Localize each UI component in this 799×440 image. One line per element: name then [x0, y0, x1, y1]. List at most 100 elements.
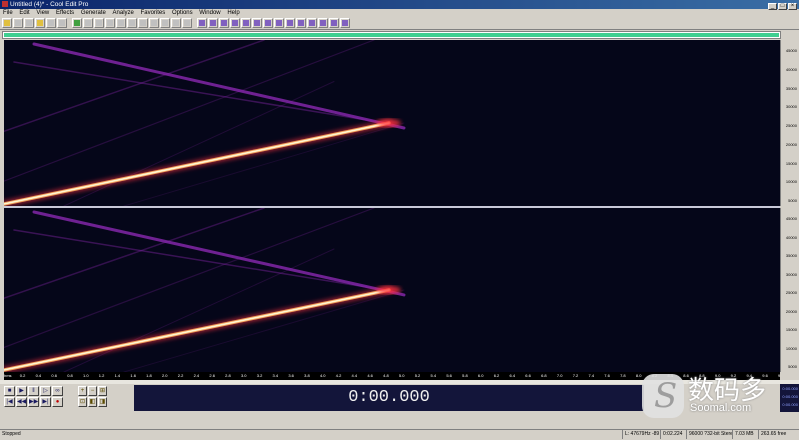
time-tick-label: 4.0 [319, 373, 326, 378]
play-to-end-button[interactable]: ▷ [40, 386, 51, 396]
toolbar-button-icon[interactable] [94, 18, 104, 28]
menu-edit[interactable]: Edit [19, 10, 29, 16]
time-tick-label: 2.0 [161, 373, 168, 378]
toolbar-button-icon[interactable] [2, 18, 12, 28]
time-tick-label: 5.6 [446, 373, 452, 378]
toolbar-button-icon[interactable] [24, 18, 34, 28]
toolbar-button-icon[interactable] [219, 18, 229, 28]
sweep-hotspot [377, 286, 401, 294]
frequency-tick-label: 10000 [785, 179, 797, 185]
spectrogram-bottom-channel[interactable] [4, 208, 780, 372]
transport-controls: ■ ▶ ‖ ▷ ∞ |◀ ◀◀ ▶▶ ▶| ● [4, 386, 76, 410]
toolbar-button-icon[interactable] [138, 18, 148, 28]
toolbar-button-icon[interactable] [329, 18, 339, 28]
zoom-out-horizontal-icon[interactable]: − [88, 386, 97, 396]
stop-button[interactable]: ■ [4, 386, 15, 396]
zoom-full-icon[interactable]: ⊞ [98, 386, 107, 396]
menu-window[interactable]: Window [199, 10, 220, 16]
toolbar-button-icon[interactable] [160, 18, 170, 28]
overview-range[interactable] [4, 33, 779, 37]
time-tick-label: 6.2 [493, 373, 500, 378]
toolbar-button-icon[interactable] [318, 18, 328, 28]
time-tick-label: 2.4 [193, 373, 200, 378]
time-tick-label: 1.0 [82, 373, 89, 378]
menu-analyze[interactable]: Analyze [113, 10, 134, 16]
zoom-in-horizontal-icon[interactable]: + [78, 386, 87, 396]
time-tick-label: 2.8 [225, 373, 231, 378]
time-tick-label: 7.2 [572, 373, 579, 378]
frequency-tick-label: 25000 [785, 123, 797, 128]
frequency-tick-label: 30000 [785, 104, 797, 110]
toolbar-button-icon[interactable] [116, 18, 126, 28]
zoom-left-icon[interactable]: ◧ [88, 397, 97, 407]
toolbar-button-icon[interactable] [35, 18, 45, 28]
frequency-tick-label: 30000 [785, 271, 797, 277]
time-tick-label: 7.8 [620, 373, 626, 378]
sweep-hotspot [377, 119, 401, 127]
spectrogram-top-channel[interactable] [4, 40, 780, 206]
alias-line [123, 122, 405, 206]
go-to-start-button[interactable]: |◀ [4, 397, 15, 407]
time-tick-label: 7.4 [588, 373, 595, 378]
status-cursor-level: L: 47679Hz -89 [622, 430, 660, 439]
menu-view[interactable]: View [36, 10, 49, 16]
toolbar-button-icon[interactable] [252, 18, 262, 28]
toolbar-button-icon[interactable] [83, 18, 93, 28]
toolbar-button-icon[interactable] [307, 18, 317, 28]
time-tick-label: 0.4 [35, 373, 42, 378]
status-format: 96000 ?32-bit Stereo [686, 430, 732, 439]
time-tick-label: 6.4 [509, 373, 516, 378]
toolbar-button-icon[interactable] [46, 18, 56, 28]
menu-favorites[interactable]: Favorites [141, 10, 166, 16]
time-tick-label: 3.2 [256, 373, 263, 378]
fast-forward-button[interactable]: ▶▶ [28, 397, 39, 407]
menu-file[interactable]: File [3, 10, 13, 16]
menu-effects[interactable]: Effects [56, 10, 74, 16]
status-file-size: 7.03 MB [732, 430, 758, 439]
window-title: Untitled (4)* - Cool Edit Pro [10, 1, 89, 8]
toolbar-button-icon[interactable] [241, 18, 251, 28]
time-tick-label: 1.2 [98, 373, 105, 378]
record-button[interactable]: ● [52, 397, 63, 407]
toolbar-button-icon[interactable] [274, 18, 284, 28]
status-state: Stopped [2, 431, 21, 437]
time-tick-label: 6.6 [525, 373, 531, 378]
time-tick-label: 7.0 [556, 373, 563, 378]
pause-button[interactable]: ‖ [28, 386, 39, 396]
toolbar-button-icon[interactable] [105, 18, 115, 28]
toolbar-button-icon[interactable] [285, 18, 295, 28]
waveform-overview[interactable] [2, 31, 781, 39]
toolbar-button-icon[interactable] [296, 18, 306, 28]
menu-help[interactable]: Help [227, 10, 239, 16]
go-to-end-button[interactable]: ▶| [40, 397, 51, 407]
toolbar-button-icon[interactable] [57, 18, 67, 28]
mirror-sweep-line [32, 210, 406, 297]
toolbar-button-icon[interactable] [340, 18, 350, 28]
menu-options[interactable]: Options [172, 10, 193, 16]
toolbar-button-icon[interactable] [127, 18, 137, 28]
alias-line [4, 40, 375, 182]
zoom-controls: + − ⊞ ⊡ ◧ ◨ [78, 386, 114, 410]
time-tick-label: 6.8 [541, 373, 547, 378]
rewind-button[interactable]: ◀◀ [16, 397, 27, 407]
play-button[interactable]: ▶ [16, 386, 27, 396]
toolbar-button-icon[interactable] [182, 18, 192, 28]
toolbar-button-icon[interactable] [208, 18, 218, 28]
zoom-selection-icon[interactable]: ⊡ [78, 397, 87, 407]
loop-button[interactable]: ∞ [52, 386, 63, 396]
time-tick-label: 5.2 [414, 373, 421, 378]
frequency-tick-label: 40000 [785, 234, 797, 240]
toolbar-button-icon[interactable] [263, 18, 273, 28]
status-free-space: 263.65 free [758, 430, 799, 439]
toolbar-button-icon[interactable] [171, 18, 181, 28]
mirror-sweep-line [32, 42, 406, 130]
time-tick-label: 1.4 [114, 373, 121, 378]
time-tick-label: 4.8 [383, 373, 389, 378]
toolbar-button-icon[interactable] [13, 18, 23, 28]
zoom-right-icon[interactable]: ◨ [98, 397, 107, 407]
menu-generate[interactable]: Generate [81, 10, 106, 16]
toolbar-button-icon[interactable] [149, 18, 159, 28]
toolbar-button-icon[interactable] [230, 18, 240, 28]
toolbar-button-icon[interactable] [72, 18, 82, 28]
toolbar-button-icon[interactable] [197, 18, 207, 28]
